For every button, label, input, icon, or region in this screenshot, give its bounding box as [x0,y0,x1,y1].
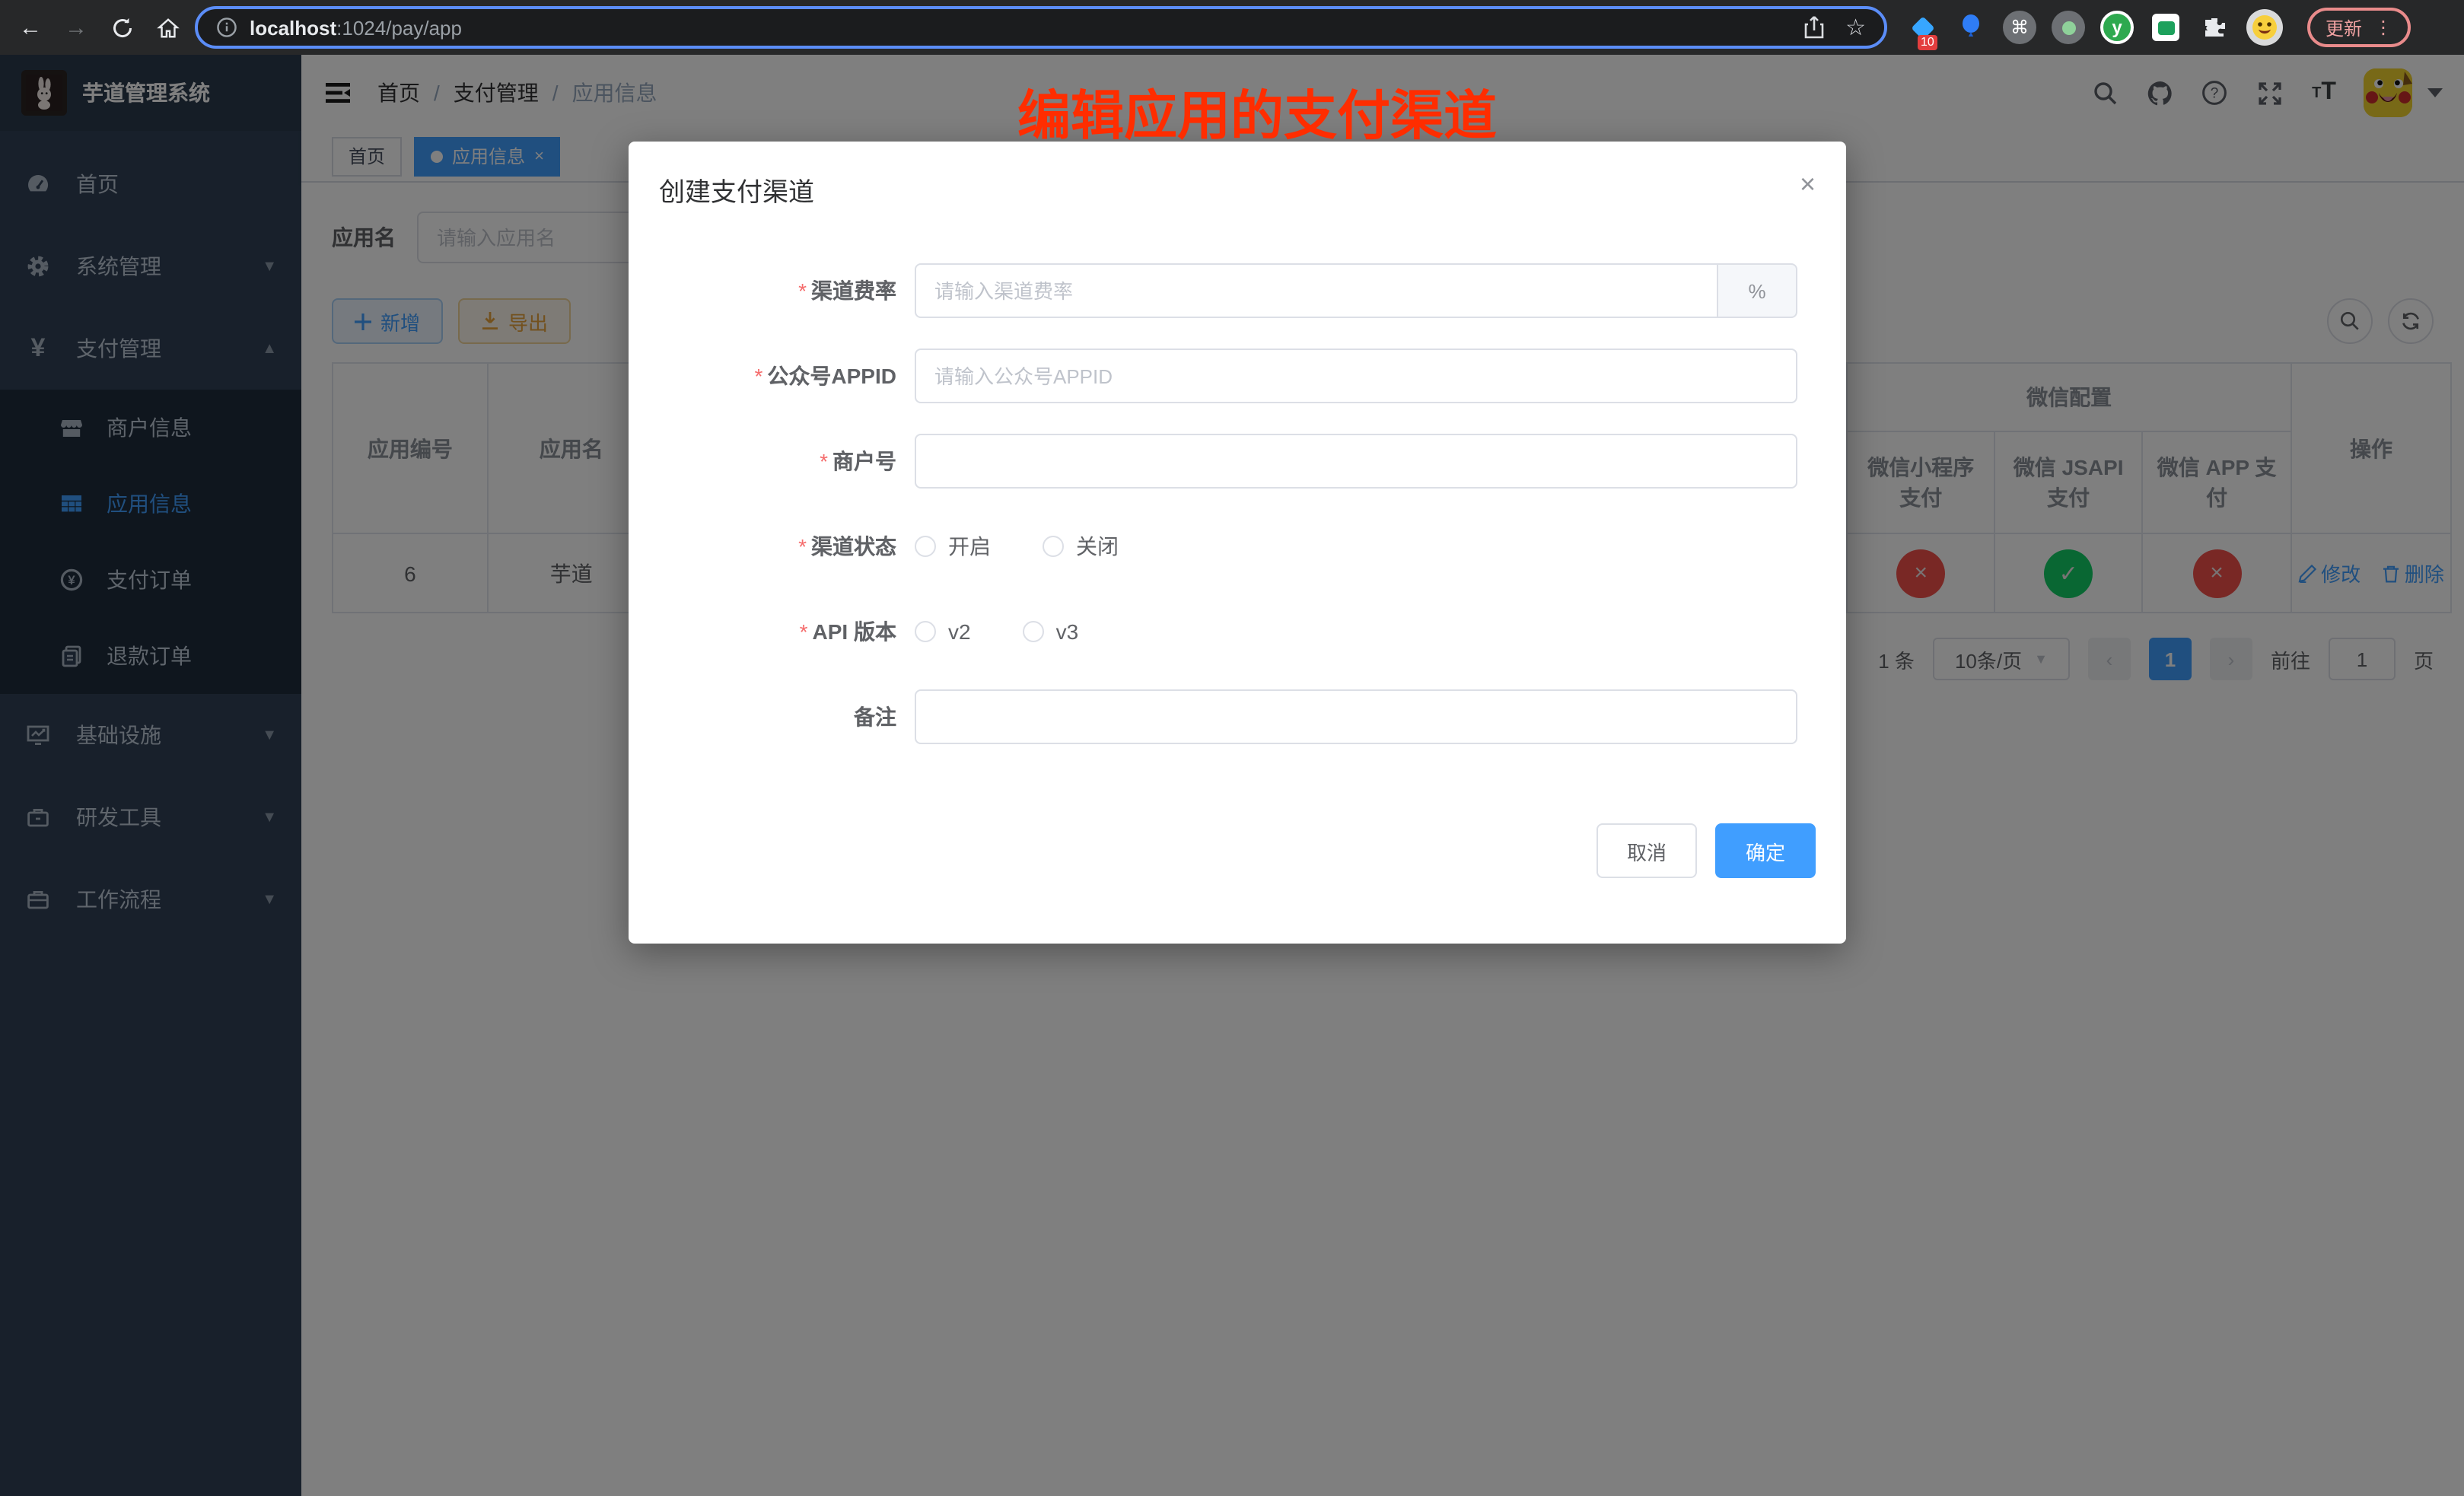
api-v2-radio[interactable]: v2 [915,619,971,644]
rate-field-label: *渠道费率 [659,275,915,306]
extensions-puzzle-icon[interactable] [2198,11,2231,44]
update-label: 更新 [2326,14,2362,40]
radio-circle-icon [1043,536,1064,557]
dialog-title: 创建支付渠道 [659,170,814,208]
profile-avatar[interactable] [2246,9,2283,46]
url-path: :1024/pay/app [336,16,462,39]
url-text[interactable]: localhost:1024/pay/app [250,16,462,39]
browser-menu-icon[interactable]: ⋮ [2374,17,2392,38]
appid-input[interactable] [915,349,1797,403]
rate-input[interactable] [915,263,1718,318]
merchant-input[interactable] [915,434,1797,489]
create-channel-dialog: 创建支付渠道 × *渠道费率 % *公众号APPID *商户号 [629,142,1846,944]
dialog-close-icon[interactable]: × [1800,170,1816,198]
extension-badge: 10 [1918,35,1937,50]
site-info-icon[interactable] [216,17,237,38]
browser-forward-icon[interactable]: → [58,9,94,46]
cancel-button[interactable]: 取消 [1597,823,1697,878]
confirm-button[interactable]: 确定 [1715,823,1816,878]
merchant-field-label: *商户号 [659,446,915,476]
browser-home-icon[interactable] [149,9,186,46]
radio-circle-icon [1023,621,1044,642]
annotation-text: 编辑应用的支付渠道 [1017,73,1497,151]
extension-y-icon[interactable]: y [2100,11,2134,44]
status-on-radio[interactable]: 开启 [915,531,991,562]
radio-circle-icon [915,621,936,642]
remark-input[interactable] [915,689,1797,744]
extension-diamond-icon[interactable]: 10 [1905,11,1939,44]
browser-update-button[interactable]: 更新 ⋮ [2307,8,2411,47]
extension-record-icon[interactable] [2052,11,2085,44]
remark-field-label: 备注 [659,702,915,732]
radio-circle-icon [915,536,936,557]
bookmark-star-icon[interactable]: ☆ [1845,14,1866,41]
address-bar[interactable]: localhost:1024/pay/app ☆ [195,6,1887,49]
status-off-radio[interactable]: 关闭 [1043,531,1119,562]
extensions-area: 10 ⌘ y 更新 ⋮ [1905,8,2411,47]
percent-suffix: % [1718,263,1797,318]
url-host: localhost [250,16,336,39]
extension-chat-icon[interactable] [2149,11,2182,44]
appid-field-label: *公众号APPID [659,361,915,391]
browser-reload-icon[interactable] [103,9,140,46]
share-icon[interactable] [1803,15,1824,40]
browser-back-icon[interactable]: ← [12,9,49,46]
screen: ← → localhost:1024/pay/app ☆ 10 [0,0,2464,1496]
browser-toolbar: ← → localhost:1024/pay/app ☆ 10 [0,0,2464,55]
api-version-field-label: *API 版本 [659,616,915,647]
api-v3-radio[interactable]: v3 [1023,619,1079,644]
status-field-label: *渠道状态 [659,531,915,562]
extension-command-icon[interactable]: ⌘ [2003,11,2036,44]
extension-balloon-icon[interactable] [1954,11,1988,44]
